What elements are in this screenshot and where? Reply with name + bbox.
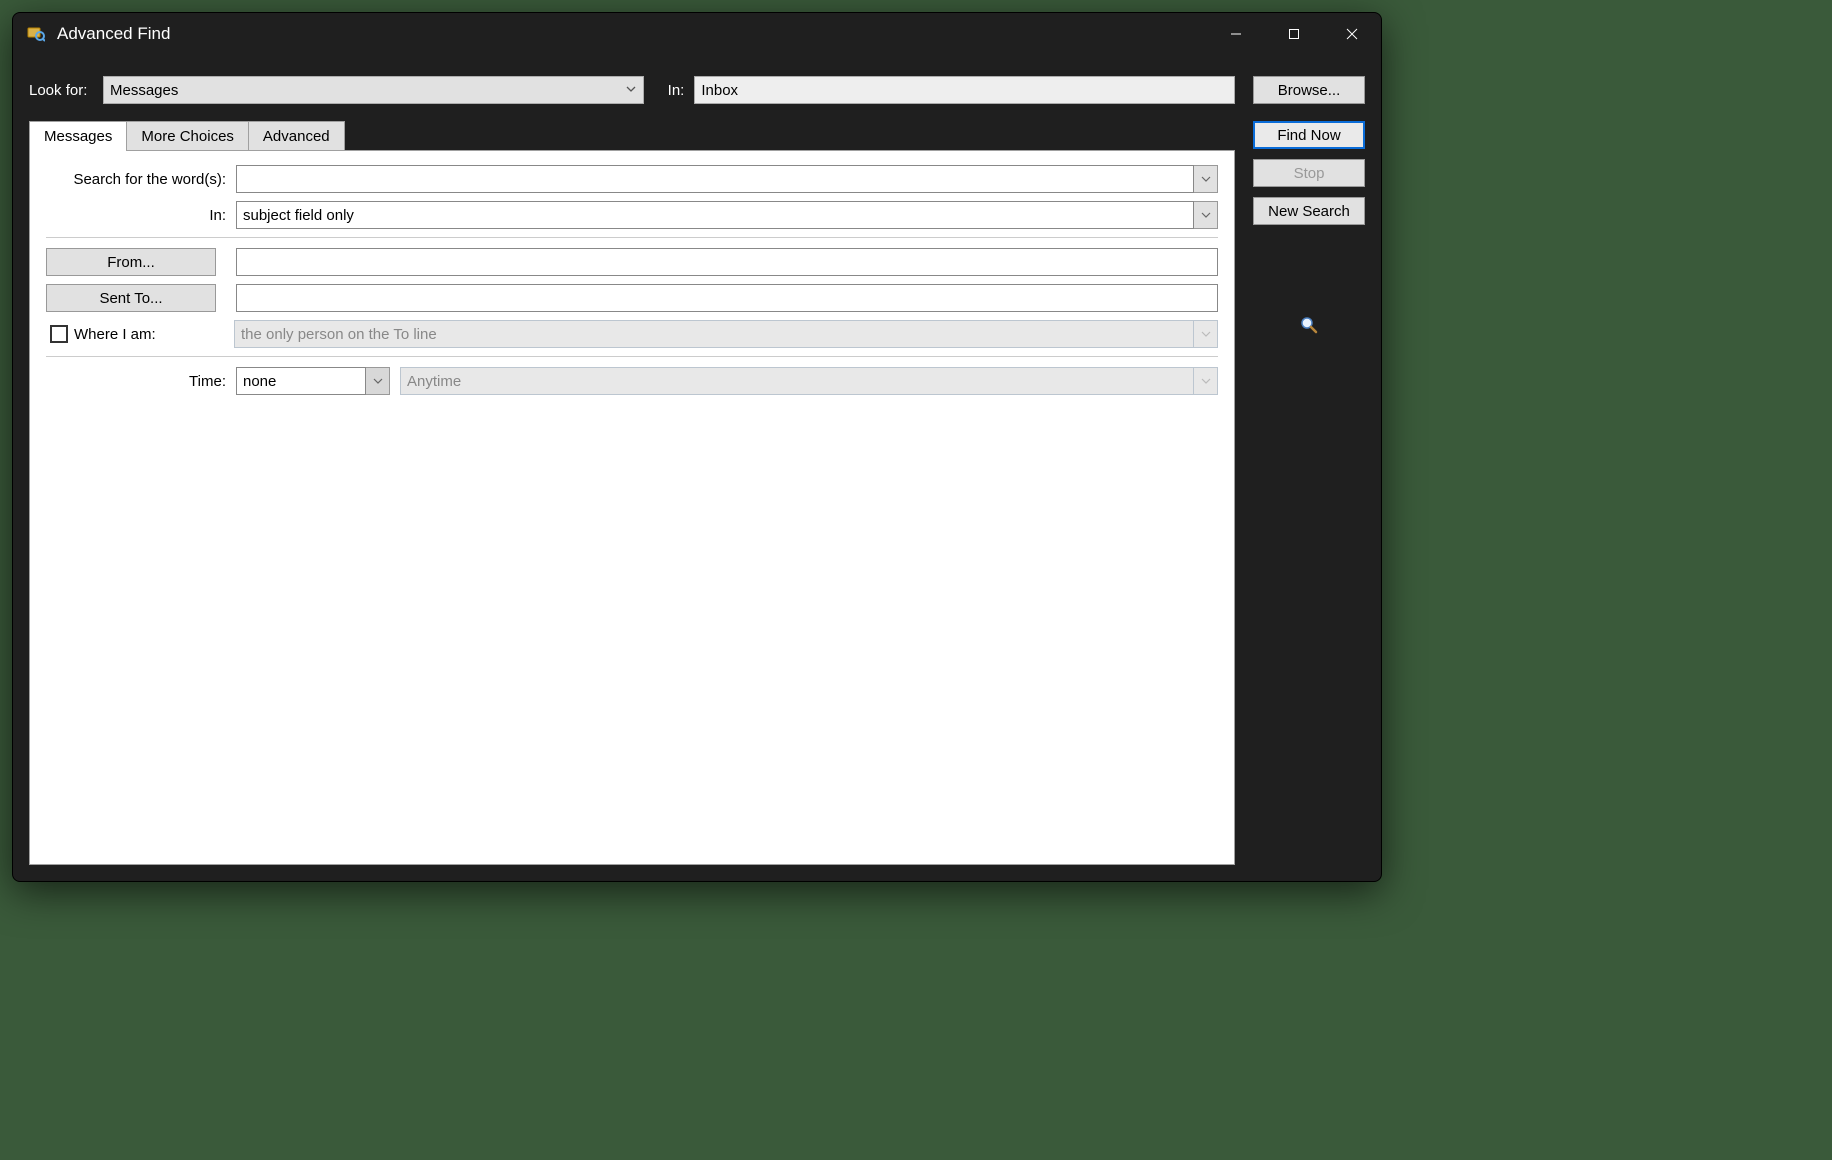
- tabs-panel: Messages More Choices Advanced Search fo…: [29, 121, 1235, 865]
- sent-to-input[interactable]: [236, 284, 1218, 312]
- where-i-am-checkbox[interactable]: [50, 325, 68, 343]
- where-i-am-label: Where I am:: [74, 326, 234, 343]
- tab-strip: Messages More Choices Advanced: [29, 121, 1235, 151]
- time-range-dropdown-btn: [1194, 367, 1218, 395]
- tab-messages[interactable]: Messages: [29, 121, 127, 151]
- search-words-combo[interactable]: [236, 165, 1218, 193]
- main-content: Messages More Choices Advanced Search fo…: [13, 121, 1381, 881]
- look-for-value: Messages: [110, 82, 625, 99]
- time-range-combo: Anytime: [400, 367, 1218, 395]
- where-i-am-value: the only person on the To line: [234, 320, 1194, 348]
- titlebar: Advanced Find: [13, 13, 1381, 55]
- time-combo[interactable]: none: [236, 367, 390, 395]
- divider: [46, 356, 1218, 357]
- in-field-label: In:: [46, 207, 236, 224]
- tab-more-choices[interactable]: More Choices: [127, 121, 249, 151]
- look-for-dropdown[interactable]: Messages: [103, 76, 644, 104]
- stop-button: Stop: [1253, 159, 1365, 187]
- window-controls: [1207, 13, 1381, 55]
- where-i-am-combo: the only person on the To line: [234, 320, 1218, 348]
- look-for-label: Look for:: [29, 82, 93, 99]
- search-words-dropdown-btn[interactable]: [1194, 165, 1218, 193]
- side-buttons: Find Now Stop New Search: [1253, 121, 1365, 865]
- time-label: Time:: [46, 373, 236, 390]
- search-words-label: Search for the word(s):: [46, 171, 236, 188]
- in-field-dropdown-btn[interactable]: [1194, 201, 1218, 229]
- from-input[interactable]: [236, 248, 1218, 276]
- divider: [46, 237, 1218, 238]
- window-title: Advanced Find: [57, 24, 1207, 44]
- tab-advanced[interactable]: Advanced: [249, 121, 345, 151]
- advanced-find-window: Advanced Find Look for: Messages: [12, 12, 1382, 882]
- maximize-button[interactable]: [1265, 13, 1323, 55]
- new-search-button[interactable]: New Search: [1253, 197, 1365, 225]
- magnifier-icon: [1253, 315, 1365, 340]
- from-button[interactable]: From...: [46, 248, 216, 276]
- time-dropdown-btn[interactable]: [366, 367, 390, 395]
- time-value: none: [236, 367, 366, 395]
- in-field-combo[interactable]: subject field only: [236, 201, 1218, 229]
- in-folder-value: Inbox: [701, 82, 738, 99]
- minimize-button[interactable]: [1207, 13, 1265, 55]
- search-header: Look for: Messages In: Inbox Browse...: [13, 65, 1381, 115]
- app-icon: [27, 25, 45, 43]
- close-button[interactable]: [1323, 13, 1381, 55]
- in-field-value: subject field only: [236, 201, 1194, 229]
- tab-body-messages: Search for the word(s): In: subject fiel…: [29, 150, 1235, 865]
- in-folder-field[interactable]: Inbox: [694, 76, 1235, 104]
- time-range-value: Anytime: [400, 367, 1194, 395]
- browse-button[interactable]: Browse...: [1253, 76, 1365, 104]
- sent-to-button[interactable]: Sent To...: [46, 284, 216, 312]
- chevron-down-icon: [625, 82, 637, 99]
- where-i-am-dropdown-btn: [1194, 320, 1218, 348]
- find-now-button[interactable]: Find Now: [1253, 121, 1365, 149]
- in-label: In:: [668, 82, 685, 99]
- search-words-input[interactable]: [236, 165, 1194, 193]
